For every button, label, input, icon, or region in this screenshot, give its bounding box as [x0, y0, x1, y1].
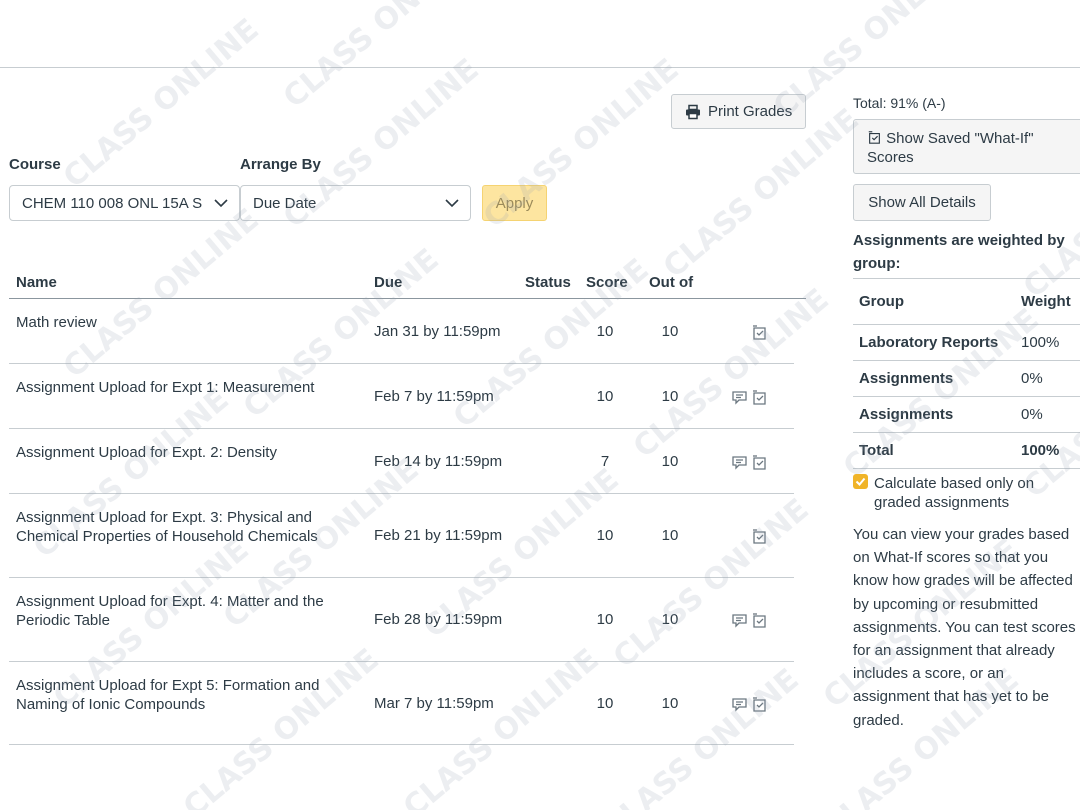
watermark: CLASS ONLINE — [656, 102, 866, 286]
assignment-name[interactable]: Assignment Upload for Expt. 2: Density — [16, 443, 346, 462]
column-header-name[interactable]: Name — [16, 274, 57, 291]
weighted-note: Assignments are weighted by group: — [853, 232, 1065, 272]
weights-row: Laboratory Reports 100% — [853, 325, 1080, 361]
table-row: Math review Jan 31 by 11:59pm 10 10 — [9, 299, 794, 364]
calculate-label-line-2: graded assignments — [874, 494, 1010, 511]
weights-total-value: 100% — [1021, 442, 1060, 459]
score[interactable]: 10 — [589, 527, 621, 544]
weights-row: Assignments 0% — [853, 361, 1080, 397]
table-row: Assignment Upload for Expt. 3: Physical … — [9, 494, 794, 578]
score[interactable]: 10 — [589, 611, 621, 628]
course-select-value: CHEM 110 008 ONL 15A S — [22, 194, 202, 212]
comment-icon[interactable] — [731, 454, 748, 471]
show-saved-whatif-label: Show Saved "What-If" Scores — [867, 130, 1034, 166]
due-date: Feb 7 by 11:59pm — [374, 388, 494, 405]
out-of: 10 — [661, 611, 679, 628]
score[interactable]: 7 — [589, 453, 621, 470]
print-grades-label: Print Grades — [708, 103, 793, 120]
column-header-out-of[interactable]: Out of — [649, 274, 693, 291]
assignment-name[interactable]: Assignment Upload for Expt. 3: Physical … — [16, 508, 346, 546]
weights-row: Assignments 0% — [853, 397, 1080, 433]
score[interactable]: 10 — [589, 695, 621, 712]
chevron-down-icon — [214, 199, 228, 208]
course-label: Course — [9, 156, 61, 173]
whatif-icon[interactable] — [751, 454, 768, 471]
comment-icon[interactable] — [731, 389, 748, 406]
comment-icon[interactable] — [731, 612, 748, 629]
due-date: Feb 14 by 11:59pm — [374, 453, 503, 470]
column-header-status[interactable]: Status — [525, 274, 571, 291]
print-grades-button[interactable]: Print Grades — [671, 94, 806, 129]
whatif-icon[interactable] — [751, 696, 768, 713]
show-saved-whatif-button[interactable]: Show Saved "What-If" Scores — [853, 119, 1080, 174]
column-header-score[interactable]: Score — [586, 274, 628, 291]
table-row: Assignment Upload for Expt. 2: Density F… — [9, 429, 794, 494]
calculate-graded-only-checkbox[interactable] — [853, 474, 868, 489]
weights-value: 0% — [1021, 370, 1043, 387]
table-row: Assignment Upload for Expt 5: Formation … — [9, 662, 794, 745]
watermark: CLASS ONLINE — [56, 12, 266, 196]
out-of: 10 — [661, 453, 679, 470]
weights-total-group: Total — [859, 442, 894, 459]
weights-group: Assignments — [859, 406, 954, 423]
out-of: 10 — [661, 527, 679, 544]
weights-header-group: Group — [859, 293, 904, 310]
due-date: Jan 31 by 11:59pm — [374, 323, 501, 340]
calculate-label-line-1: Calculate based only on — [874, 475, 1035, 492]
weights-header-weight: Weight — [1021, 293, 1071, 310]
whatif-icon[interactable] — [751, 389, 768, 406]
chevron-down-icon — [445, 199, 459, 208]
whatif-info-text: You can view your grades based on What-I… — [853, 526, 1076, 729]
show-all-details-button[interactable]: Show All Details — [853, 184, 991, 221]
assignment-name[interactable]: Assignment Upload for Expt. 4: Matter an… — [16, 592, 346, 630]
header-divider — [0, 67, 1080, 68]
out-of: 10 — [661, 323, 679, 340]
column-header-due[interactable]: Due — [374, 274, 402, 291]
weights-table: Group Weight Laboratory Reports 100% Ass… — [853, 278, 1080, 469]
due-date: Mar 7 by 11:59pm — [374, 695, 494, 712]
whatif-icon — [868, 131, 880, 144]
weights-group: Laboratory Reports — [859, 334, 999, 351]
arrange-by-select[interactable]: Due Date — [240, 185, 471, 221]
out-of: 10 — [661, 388, 679, 405]
arrange-by-select-value: Due Date — [253, 194, 317, 212]
table-row: Assignment Upload for Expt 1: Measuremen… — [9, 364, 794, 429]
whatif-icon[interactable] — [751, 612, 768, 629]
apply-button[interactable]: Apply — [482, 185, 547, 221]
comment-icon[interactable] — [731, 696, 748, 713]
weights-value: 100% — [1021, 334, 1060, 351]
score[interactable]: 10 — [589, 388, 621, 405]
table-row: Assignment Upload for Expt. 4: Matter an… — [9, 578, 794, 662]
total-grade: Total: 91% (A-) — [853, 95, 946, 111]
weights-value: 0% — [1021, 406, 1043, 423]
assignment-name[interactable]: Assignment Upload for Expt 1: Measuremen… — [16, 378, 346, 397]
assignment-name[interactable]: Assignment Upload for Expt 5: Formation … — [16, 676, 346, 714]
due-date: Feb 28 by 11:59pm — [374, 611, 503, 628]
weights-header-row: Group Weight — [853, 278, 1080, 325]
watermark: CLASS ONLINE — [276, 0, 486, 116]
assignment-name[interactable]: Math review — [16, 313, 346, 332]
weights-total-row: Total 100% — [853, 433, 1080, 469]
whatif-icon[interactable] — [751, 528, 768, 545]
score[interactable]: 10 — [589, 323, 621, 340]
whatif-icon[interactable] — [751, 324, 768, 341]
out-of: 10 — [661, 695, 679, 712]
checkmark-icon — [855, 477, 866, 486]
weights-group: Assignments — [859, 370, 954, 387]
calculate-graded-only-label[interactable]: Calculate based only on graded assignmen… — [874, 474, 1074, 512]
arrange-by-label: Arrange By — [240, 156, 321, 173]
printer-icon — [686, 104, 700, 119]
due-date: Feb 21 by 11:59pm — [374, 527, 503, 544]
course-select[interactable]: CHEM 110 008 ONL 15A S — [9, 185, 240, 221]
